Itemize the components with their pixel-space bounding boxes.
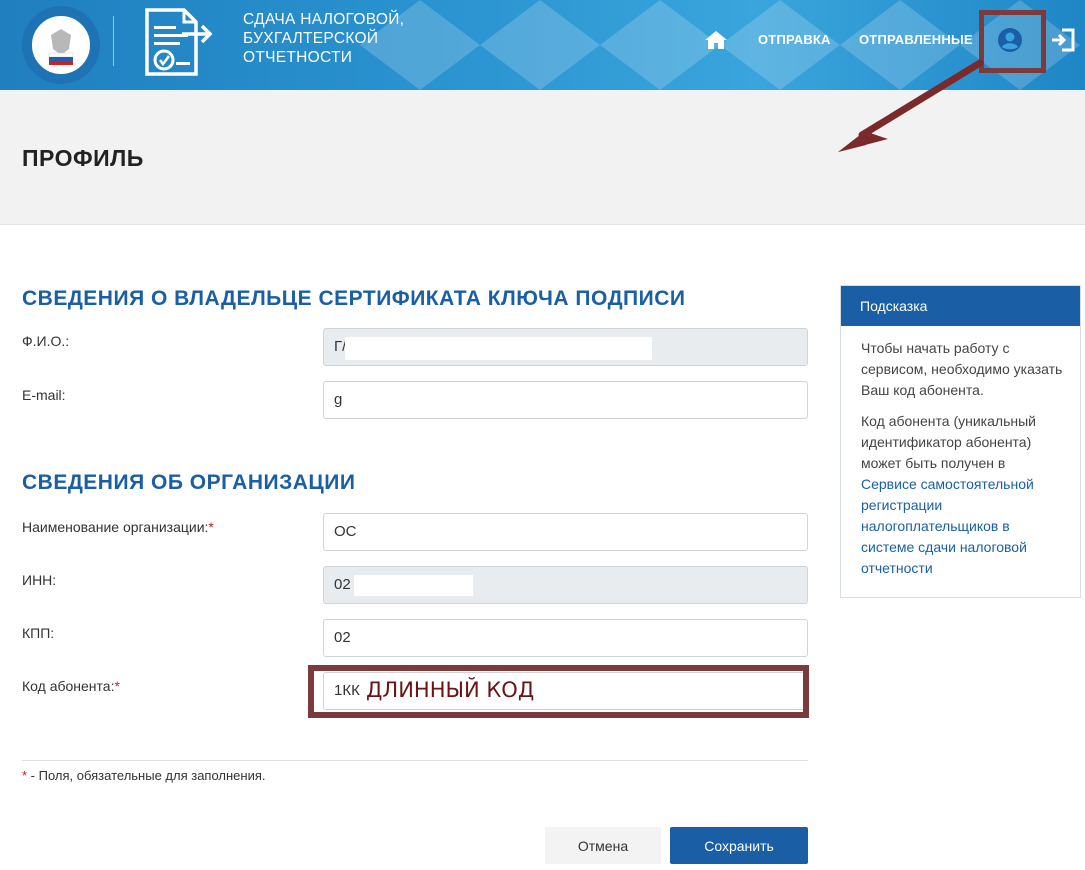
annotation-arrow-icon xyxy=(838,59,984,152)
subscriber-code-label-text: Код абонента: xyxy=(22,678,115,694)
logo-divider xyxy=(113,16,114,66)
redacted-area xyxy=(345,337,652,360)
hint-panel: Подсказка Чтобы начать работу с сервисом… xyxy=(840,285,1081,598)
required-fields-note: * - Поля, обязательные для заполнения. xyxy=(22,768,266,783)
hint-title: Подсказка xyxy=(841,286,1080,326)
page-title: ПРОФИЛЬ xyxy=(22,145,144,171)
hint-paragraph-2: Код абонента (уникальный идентификатор а… xyxy=(861,411,1064,579)
cancel-button[interactable]: Отмена xyxy=(545,827,661,864)
org-name-field[interactable]: ОС xyxy=(323,513,808,551)
hint-body: Чтобы начать работу с сервисом, необходи… xyxy=(841,326,1080,579)
subscriber-code-label: Код абонента:* xyxy=(22,678,120,694)
registration-service-link[interactable]: Сервисе самостоятельной регистрации нало… xyxy=(861,476,1034,576)
fns-emblem-logo[interactable] xyxy=(22,6,100,84)
form-divider xyxy=(22,760,808,761)
code-annotation: ДЛИННЫЙ КОД xyxy=(366,678,535,702)
redacted-area xyxy=(354,575,473,596)
service-title: СДАЧА НАЛОГОВОЙ, БУХГАЛТЕРСКОЙ ОТЧЕТНОСТ… xyxy=(243,10,443,67)
org-name-label-text: Наименование организации: xyxy=(22,519,209,535)
required-mark: * xyxy=(114,678,120,694)
org-section-title: СВЕДЕНИЯ ОБ ОРГАНИЗАЦИИ xyxy=(22,471,356,494)
save-button[interactable]: Сохранить xyxy=(670,827,808,864)
fio-label: Ф.И.О.: xyxy=(22,333,70,349)
service-title-line: БУХГАЛТЕРСКОЙ xyxy=(243,30,379,47)
email-label: E-mail: xyxy=(22,387,66,403)
kpp-field[interactable]: 02 xyxy=(323,619,808,657)
tax-document-logo-icon[interactable] xyxy=(142,2,214,78)
kpp-label: КПП: xyxy=(22,625,55,641)
service-title-line: ОТЧЕТНОСТИ xyxy=(243,49,353,66)
hint-paragraph-2-text: Код абонента (уникальный идентификатор а… xyxy=(861,413,1036,471)
hint-paragraph-1: Чтобы начать работу с сервисом, необходи… xyxy=(861,340,1063,398)
service-title-line: СДАЧА НАЛОГОВОЙ, xyxy=(243,11,405,28)
owner-section-title: СВЕДЕНИЯ О ВЛАДЕЛЬЦЕ СЕРТИФИКАТА КЛЮЧА П… xyxy=(22,287,686,310)
required-note-text: - Поля, обязательные для заполнения. xyxy=(27,768,266,783)
home-icon[interactable] xyxy=(704,30,728,50)
nav-sent-link[interactable]: ОТПРАВЛЕННЫЕ xyxy=(859,32,973,47)
required-mark: * xyxy=(208,519,214,535)
nav-send-link[interactable]: ОТПРАВКА xyxy=(758,32,831,47)
sign-out-icon[interactable] xyxy=(1050,27,1076,53)
org-name-label: Наименование организации:* xyxy=(22,519,214,535)
inn-label: ИНН: xyxy=(22,572,57,588)
email-field[interactable]: g xyxy=(323,381,808,419)
